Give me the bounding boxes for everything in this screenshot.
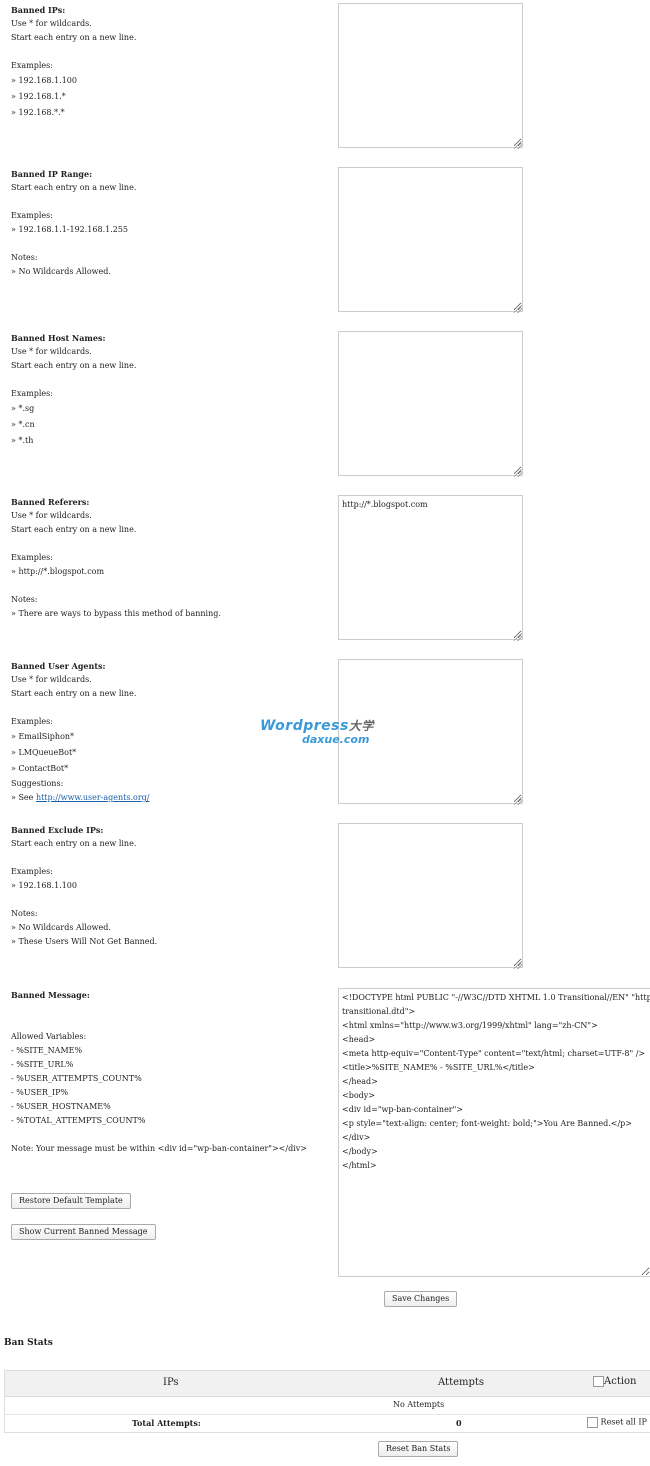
variable-item: - %SITE_NAME%: [11, 1046, 83, 1055]
banned-user-agents-heading: Banned User Agents:: [11, 661, 106, 671]
line: Examples:: [11, 211, 53, 220]
table-header: IPs Attempts Action: [5, 1371, 650, 1397]
line: » *.cn: [11, 420, 35, 429]
line: » *.sg: [11, 404, 35, 413]
line: Start each entry on a new line.: [11, 361, 137, 370]
user-agents-link[interactable]: http://www.user-agents.org/: [36, 793, 150, 802]
line: » No Wildcards Allowed.: [11, 267, 111, 276]
line: Examples:: [11, 553, 53, 562]
line: » http://*.blogspot.com: [11, 567, 105, 576]
line: » 192.168.1.1-192.168.1.255: [11, 225, 129, 234]
resize-grip-icon[interactable]: [514, 469, 522, 477]
resize-grip-icon[interactable]: [514, 797, 522, 805]
line: Start each entry on a new line.: [11, 33, 137, 42]
line: Use * for wildcards.: [11, 347, 92, 356]
banned-ip-range-heading: Banned IP Range:: [11, 169, 93, 179]
resize-grip-icon[interactable]: [514, 141, 522, 149]
column-action: Action: [593, 1376, 637, 1387]
line: Start each entry on a new line.: [11, 183, 137, 192]
line: Examples:: [11, 61, 53, 70]
line: Start each entry on a new line.: [11, 525, 137, 534]
resize-grip-icon[interactable]: [514, 633, 522, 641]
line: » 192.168.1.*: [11, 92, 66, 101]
show-current-banned-message-button[interactable]: Show Current Banned Message: [11, 1224, 156, 1240]
variable-item: - %TOTAL_ATTEMPTS_COUNT%: [11, 1116, 146, 1125]
select-all-checkbox[interactable]: [593, 1376, 604, 1387]
banned-exclude-ips-heading: Banned Exclude IPs:: [11, 825, 104, 835]
reset-ban-stats-button[interactable]: Reset Ban Stats: [378, 1441, 459, 1457]
banned-ips-textarea[interactable]: [338, 3, 523, 148]
save-changes-button[interactable]: Save Changes: [384, 1291, 458, 1307]
line: Use * for wildcards.: [11, 511, 92, 520]
line: » *.th: [11, 436, 34, 445]
banned-exclude-ips-description: Banned Exclude IPs: Start each entry on …: [11, 823, 331, 949]
banned-ip-range-textarea[interactable]: [338, 167, 523, 312]
banned-exclude-ips-textarea[interactable]: [338, 823, 523, 968]
line: » 192.168.*.*: [11, 108, 65, 117]
line: Suggestions:: [11, 779, 64, 788]
line: » ContactBot*: [11, 764, 69, 773]
suggestion-prefix: » See: [11, 793, 36, 802]
watermark-domain: daxue.com: [302, 733, 370, 746]
banned-host-names-heading: Banned Host Names:: [11, 333, 106, 343]
banned-host-names-textarea[interactable]: [338, 331, 523, 476]
line: Use * for wildcards.: [11, 675, 92, 684]
line: » 192.168.1.100: [11, 76, 77, 85]
no-attempts-text: No Attempts: [393, 1400, 445, 1409]
watermark-word: Wordpress: [260, 718, 349, 734]
banned-host-names-description: Banned Host Names: Use * for wildcards. …: [11, 331, 331, 449]
column-ips: IPs: [163, 1377, 179, 1388]
message-note: Note: Your message must be within <div i…: [11, 1144, 307, 1153]
banned-referers-textarea[interactable]: http://*.blogspot.com: [338, 495, 523, 640]
watermark-cn: 大学: [348, 719, 374, 733]
banned-ips-heading: Banned IPs:: [11, 5, 66, 15]
total-attempts-label: Total Attempts:: [132, 1418, 201, 1428]
variable-item: - %USER_IP%: [11, 1088, 69, 1097]
banned-ip-range-description: Banned IP Range: Start each entry on a n…: [11, 167, 331, 279]
line: Notes:: [11, 253, 38, 262]
line: Start each entry on a new line.: [11, 689, 137, 698]
table-row: No Attempts: [5, 1396, 650, 1415]
ban-stats-table: IPs Attempts Action No Attempts Total At…: [4, 1370, 650, 1433]
line: Use * for wildcards.: [11, 19, 92, 28]
banned-referers-heading: Banned Referers:: [11, 497, 90, 507]
banned-referers-description: Banned Referers: Use * for wildcards. St…: [11, 495, 331, 621]
variable-item: - %USER_HOSTNAME%: [11, 1102, 111, 1111]
restore-default-template-button[interactable]: Restore Default Template: [11, 1193, 131, 1209]
line: » No Wildcards Allowed.: [11, 923, 111, 932]
reset-all-ip-checkbox[interactable]: [587, 1417, 598, 1428]
line: » There are ways to bypass this method o…: [11, 609, 221, 618]
resize-grip-icon[interactable]: [514, 961, 522, 969]
line: » These Users Will Not Get Banned.: [11, 937, 158, 946]
ban-stats-heading: Ban Stats: [4, 1338, 53, 1348]
variable-item: - %SITE_URL%: [11, 1060, 74, 1069]
column-attempts: Attempts: [438, 1377, 485, 1388]
banned-ips-description: Banned IPs: Use * for wildcards. Start e…: [11, 3, 331, 121]
table-row: Total Attempts: 0 Reset all IP: [5, 1415, 650, 1433]
banned-message-heading: Banned Message:: [11, 990, 90, 1000]
reset-all-ip: Reset all IP: [587, 1417, 647, 1428]
total-attempts-value: 0: [456, 1418, 462, 1428]
wordpress-daxue-watermark: Wordpress大学 daxue.com: [260, 718, 400, 750]
line: Notes:: [11, 909, 38, 918]
variable-item: - %USER_ATTEMPTS_COUNT%: [11, 1074, 142, 1083]
resize-grip-icon[interactable]: [514, 305, 522, 313]
line: » 192.168.1.100: [11, 881, 77, 890]
column-action-label: Action: [604, 1376, 637, 1387]
line: Notes:: [11, 595, 38, 604]
line: Examples:: [11, 389, 53, 398]
banned-message-textarea[interactable]: <!DOCTYPE html PUBLIC "-//W3C//DTD XHTML…: [338, 988, 650, 1277]
banned-message-description: Banned Message: Allowed Variables: - %SI…: [11, 988, 331, 1156]
reset-all-ip-label: Reset all IP: [600, 1417, 647, 1427]
suggestion-line: » See http://www.user-agents.org/: [11, 791, 331, 805]
variables-label: Allowed Variables:: [11, 1032, 87, 1041]
line: Examples:: [11, 867, 53, 876]
line: Start each entry on a new line.: [11, 839, 137, 848]
